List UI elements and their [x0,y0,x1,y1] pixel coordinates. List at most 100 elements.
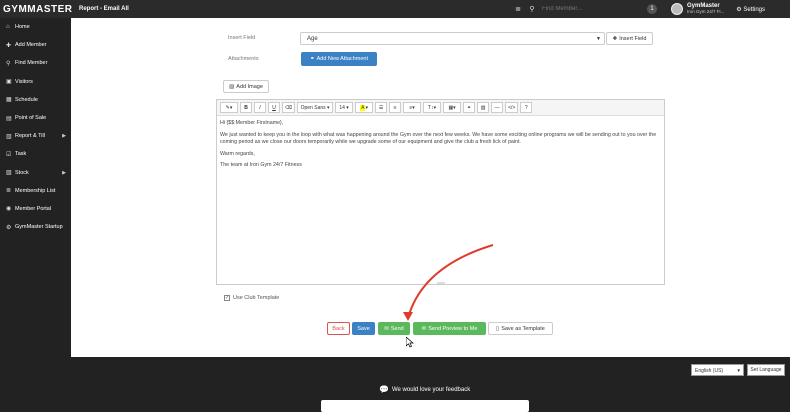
paperclip-icon: ⚭ [310,56,315,62]
minus-icon: — [494,104,500,111]
send-preview-label: Send Preview to Me [428,325,478,332]
italic-button[interactable]: I [254,102,266,113]
bullet-list-icon: ☰ [378,104,384,111]
mouse-cursor-icon [406,337,414,348]
help-button[interactable]: ? [520,102,533,113]
sidebar-item-visitors[interactable]: ▣ Visitors [0,73,71,91]
sidebar-item-label: Report & Till [15,133,45,140]
chat-icon: 💬 [379,385,389,394]
insert-field-select[interactable]: Age ▼ [300,32,605,45]
settings-menu[interactable]: ⚙ Settings [736,6,765,13]
list-icon[interactable]: ≣ [511,5,525,13]
user-menu[interactable]: GymMaster Iron Gym 24/7 Fi... [671,3,724,15]
editor-paragraph: Warm regards, [220,150,255,157]
text-color-button[interactable]: A ▾ [355,102,374,113]
chevron-down-icon: ▼ [596,36,601,42]
feedback-label: We would love your feedback [391,386,471,393]
add-image-button[interactable]: ▨ Add Image [223,80,269,93]
sidebar-item-member-portal[interactable]: ◉ Member Portal [0,200,71,218]
table-button[interactable]: ▦▾ [443,102,462,113]
notification-badge[interactable]: 1 [647,4,657,14]
use-club-template-label: Use Club Template [233,295,280,301]
search-icon: ⚲ [6,60,11,67]
gear-icon: ⚙ [736,6,742,13]
font-size-select[interactable]: 14 ▾ [335,102,354,113]
table-icon: ▦▾ [448,104,456,111]
use-club-template-checkbox[interactable]: ✓ [224,295,230,301]
report-icon: ▥ [6,133,12,140]
add-attachment-button[interactable]: ⚭ Add New Attachment [301,52,377,66]
send-preview-button[interactable]: ✉ Send Preview to Me [413,322,486,335]
editor-paragraph: We just wanted to keep you in the loop w… [220,131,657,146]
envelope-icon: ✉ [384,325,389,332]
send-label: Send [390,325,404,332]
sidebar-item-label: Member Portal [15,205,52,212]
language-select[interactable]: English (US) ▼ [691,364,744,376]
feedback-prompt: 💬 We would love your feedback [379,385,470,394]
editor-resize-handle[interactable] [437,282,445,284]
chevron-right-icon: ▶ [62,169,66,176]
font-family-select[interactable]: Open Sans ▾ [297,102,334,113]
add-image-label: Add Image [236,83,263,90]
sidebar-item-find-member[interactable]: ⚲ Find Member [0,54,71,72]
sidebar-item-label: Schedule [15,96,38,103]
editor-paragraph: Hi {$$:Member Firstname}, [220,120,284,126]
sidebar-item-schedule[interactable]: ▦ Schedule [0,91,71,109]
insert-field-value: Age [307,36,318,42]
line-height-button[interactable]: T↕▾ [423,102,442,113]
code-view-button[interactable]: </> [505,102,519,113]
document-icon: ▯ [496,325,500,332]
find-member-input[interactable] [539,3,629,15]
editor-body[interactable]: Hi {$$:Member Firstname}, We just wanted… [217,116,664,178]
sidebar-item-report-till[interactable]: ▥ Report & Till ▶ [0,127,71,145]
image-icon: ▨ [229,83,235,90]
clear-format-button[interactable]: ⌫ [282,102,296,113]
back-button[interactable]: Back [327,322,350,335]
sidebar-item-stock[interactable]: ▧ Stock ▶ [0,164,71,182]
sidebar-item-add-member[interactable]: ✚ Add Member [0,36,71,54]
picture-icon: ▨ [480,104,486,111]
save-as-template-button[interactable]: ▯ Save as Template [488,322,553,335]
link-button[interactable]: ⚭ [463,102,476,113]
email-editor[interactable]: ✎▾ B I U ⌫ Open Sans ▾ 14 ▾ A ▾ ☰ ≡ ≡▾ T↕… [216,99,665,285]
check-icon: ☑ [6,151,12,158]
insert-field-button[interactable]: ✚ Insert Field [606,32,653,45]
visitors-icon: ▣ [6,79,12,86]
font-color-icon: A [360,104,366,111]
underline-button[interactable]: U [268,102,280,113]
horizontal-rule-button[interactable]: — [491,102,504,113]
save-button[interactable]: Save [352,322,375,335]
style-button[interactable]: ✎▾ [220,102,238,113]
magic-wand-icon: ✎▾ [225,104,233,111]
numbered-list-button[interactable]: ≡ [389,102,402,113]
user-gym: Iron Gym 24/7 Fi... [687,9,725,14]
help-icon: ? [524,104,528,111]
bullet-list-button[interactable]: ☰ [375,102,388,113]
sidebar-item-label: Add Member [15,42,47,49]
main-content: Insert Field Age ▼ ✚ Insert Field Attach… [71,18,790,357]
sidebar-item-label: Membership List [15,187,56,194]
feedback-input[interactable] [321,400,529,412]
bold-button[interactable]: B [240,102,252,113]
sidebar-item-label: Find Member [15,60,48,67]
app-logo[interactable]: GYMMASTER [0,4,72,15]
settings-label: Settings [743,6,766,13]
sidebar-item-point-of-sale[interactable]: ▤ Point of Sale [0,109,71,127]
sidebar-item-home[interactable]: ⌂ Home [0,18,71,36]
sidebar-item-label: GymMaster Startup [15,224,63,231]
sidebar-item-task[interactable]: ☑ Task [0,145,71,163]
avatar [671,3,683,15]
paragraph-button[interactable]: ≡▾ [403,102,422,113]
numbered-list-icon: ≡ [393,104,397,111]
send-button[interactable]: ✉ Send [378,322,410,335]
picture-button[interactable]: ▨ [477,102,490,113]
stock-icon: ▧ [6,170,12,177]
sidebar-item-gymmaster-startup[interactable]: ⚙ GymMaster Startup [0,218,71,236]
sidebar-item-label: Point of Sale [15,115,47,122]
search-icon[interactable]: ⚲ [525,5,539,13]
sidebar-item-membership-list[interactable]: ≣ Membership List [0,182,71,200]
set-language-button[interactable]: Set Language [747,364,785,376]
top-bar: GYMMASTER Report - Email All ≣ ⚲ 1 GymMa… [0,0,790,18]
plus-icon: ✚ [612,35,618,42]
use-club-template-option[interactable]: ✓ Use Club Template [224,295,279,301]
